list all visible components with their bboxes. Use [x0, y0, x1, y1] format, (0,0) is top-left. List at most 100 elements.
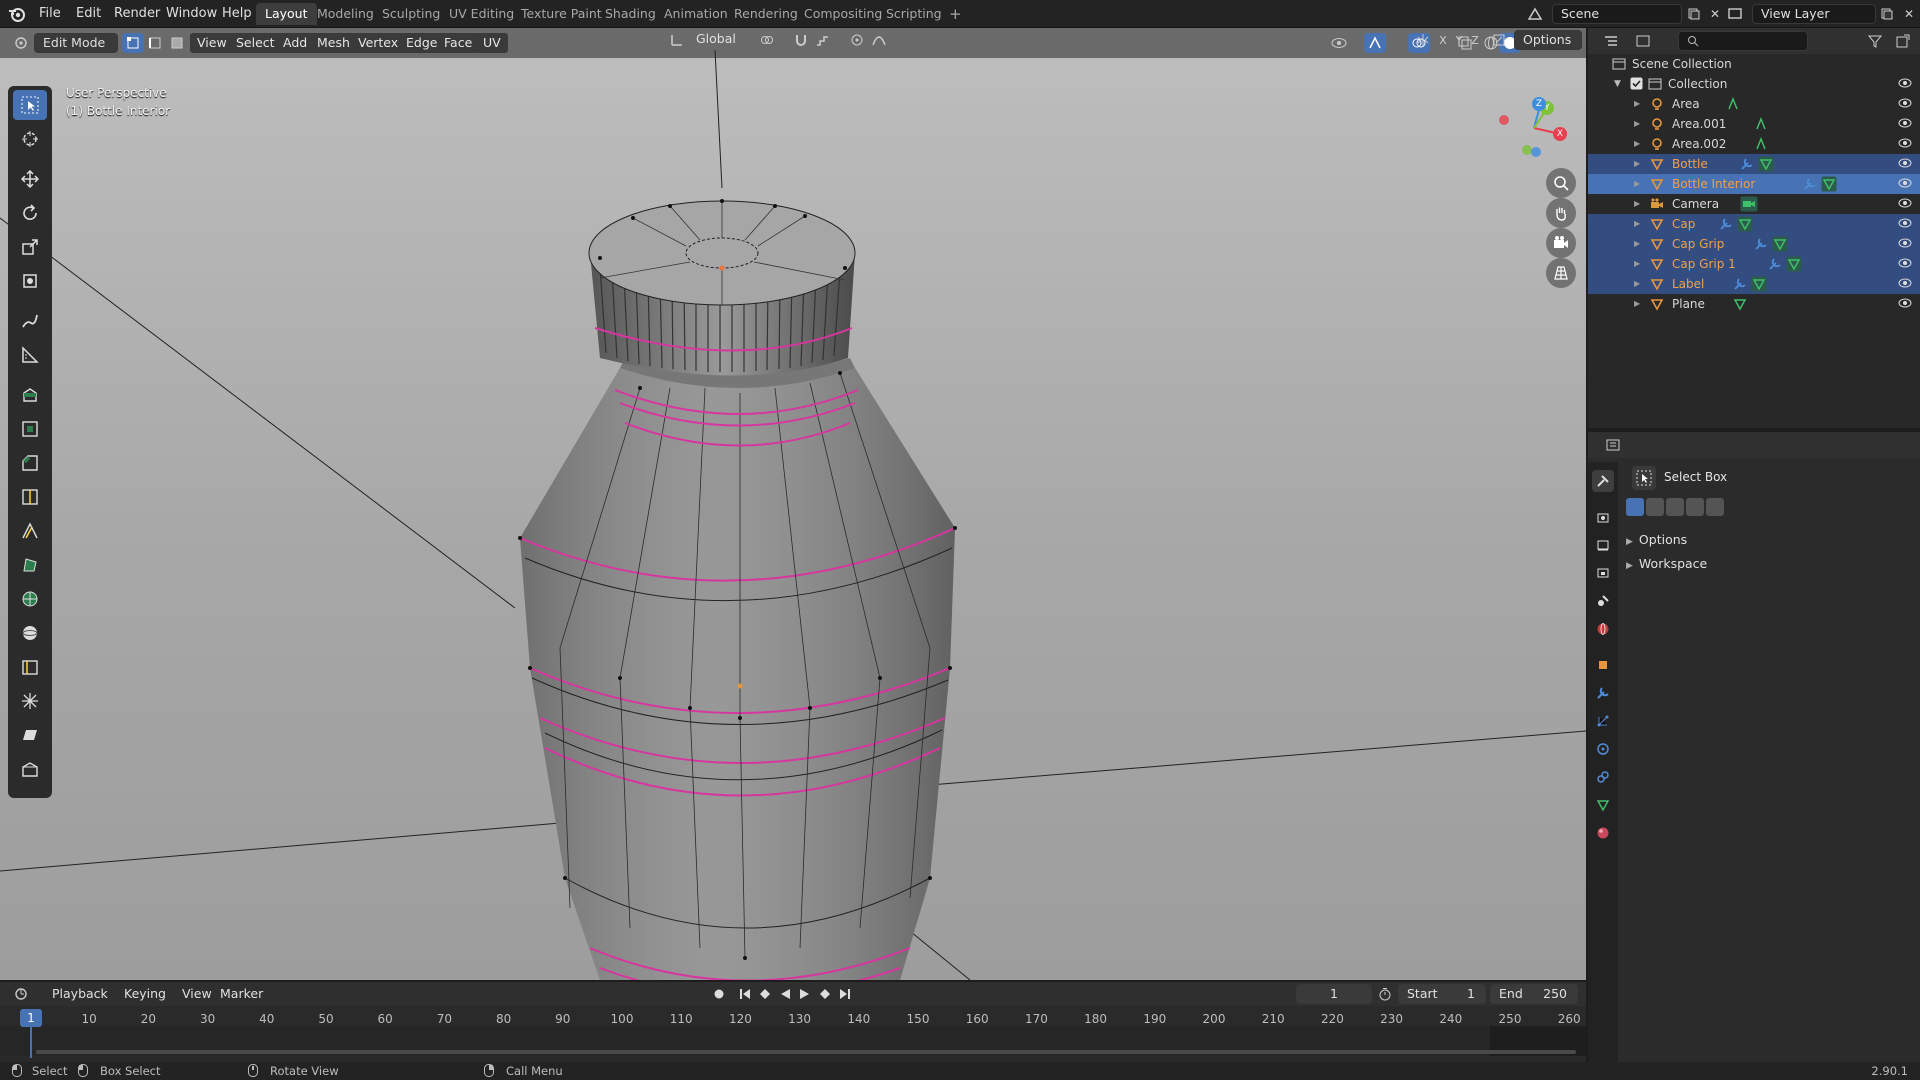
modifier-wrench-icon[interactable]: [1754, 237, 1768, 251]
editor-type-icon[interactable]: [10, 33, 32, 53]
navigation-gizmo[interactable]: X Y Z: [1494, 92, 1572, 170]
axis-x-label[interactable]: X: [1553, 127, 1567, 141]
orientation-icon[interactable]: [666, 30, 688, 50]
cursor-tool-icon[interactable]: [13, 124, 47, 154]
menu-face[interactable]: Face: [437, 33, 480, 53]
workspace-section[interactable]: ▶ Workspace: [1626, 556, 1707, 571]
scene-canvas[interactable]: [0, 28, 1586, 980]
orientation-selector[interactable]: Global: [688, 30, 746, 50]
menu-timeline-view[interactable]: View: [176, 984, 218, 1004]
smooth-tool-icon[interactable]: [13, 618, 47, 648]
tab-modifier-icon[interactable]: [1592, 682, 1614, 704]
poly-build-tool-icon[interactable]: [13, 550, 47, 580]
tab-modeling[interactable]: Modeling: [308, 3, 383, 25]
tab-world-icon[interactable]: [1592, 618, 1614, 640]
view-layer-selector[interactable]: View Layer: [1752, 4, 1876, 24]
expand-chevron-icon[interactable]: ▶: [1634, 134, 1640, 154]
eye-icon[interactable]: [1898, 117, 1912, 129]
modifier-wrench-icon[interactable]: [1803, 177, 1817, 191]
stopwatch-icon[interactable]: [1374, 984, 1396, 1004]
expand-chevron-icon[interactable]: ▶: [1634, 94, 1640, 114]
mesh-data-icon[interactable]: [1772, 236, 1788, 252]
loop-cut-tool-icon[interactable]: [13, 482, 47, 512]
eye-icon[interactable]: [1898, 237, 1912, 249]
camera-view-icon[interactable]: [1546, 228, 1576, 258]
properties-editor-icon[interactable]: [1602, 435, 1624, 455]
end-frame-field[interactable]: End 250: [1490, 984, 1578, 1004]
3d-viewport[interactable]: [0, 28, 1586, 980]
timeline-editor-icon[interactable]: [10, 984, 32, 1004]
expand-chevron-icon[interactable]: ▶: [1634, 214, 1640, 234]
tab-uv-editing[interactable]: UV Editing: [440, 3, 523, 25]
eye-icon[interactable]: [1898, 177, 1912, 189]
gizmo-toggle-icon[interactable]: [1364, 33, 1386, 53]
playhead-frame-label[interactable]: 1: [20, 1009, 42, 1027]
expand-chevron-icon[interactable]: ▶: [1634, 234, 1640, 254]
spin-tool-icon[interactable]: [13, 584, 47, 614]
bevel-tool-icon[interactable]: [13, 448, 47, 478]
auto-merge-icon[interactable]: [1488, 30, 1510, 50]
expand-chevron-icon[interactable]: ▶: [1634, 294, 1640, 314]
zoom-icon[interactable]: [1546, 168, 1576, 198]
edge-slide-tool-icon[interactable]: [13, 652, 47, 682]
rotate-tool-icon[interactable]: [13, 198, 47, 228]
tab-material-icon[interactable]: [1592, 822, 1614, 844]
tab-tool-icon[interactable]: [1592, 470, 1614, 492]
current-frame-field[interactable]: 1: [1296, 984, 1372, 1004]
camera-data-icon[interactable]: [1740, 196, 1758, 212]
menu-mesh[interactable]: Mesh: [310, 33, 357, 53]
tab-data-icon[interactable]: [1592, 794, 1614, 816]
start-frame-field[interactable]: Start 1: [1398, 984, 1486, 1004]
expand-chevron-icon[interactable]: ▶: [1634, 174, 1640, 194]
mesh-data-icon[interactable]: [1737, 216, 1753, 232]
tab-constraints-icon[interactable]: [1592, 766, 1614, 788]
mirror-z-toggle[interactable]: Z: [1464, 30, 1486, 50]
modifier-wrench-icon[interactable]: [1740, 157, 1754, 171]
timeline-scrollbar[interactable]: [36, 1050, 1576, 1054]
tab-sculpting[interactable]: Sculpting: [373, 3, 449, 25]
expand-chevron-icon[interactable]: ▶: [1634, 274, 1640, 294]
scene-icon[interactable]: [1524, 4, 1546, 24]
outliner-scene-collection[interactable]: Scene Collection: [1588, 54, 1920, 74]
expand-chevron-icon[interactable]: ▶: [1634, 154, 1640, 174]
new-view-layer-icon[interactable]: [1876, 4, 1898, 24]
mirror-icon[interactable]: [1412, 30, 1434, 50]
menu-keying[interactable]: Keying: [118, 984, 172, 1004]
view-layer-icon[interactable]: [1724, 4, 1746, 24]
extrude-tool-icon[interactable]: [13, 380, 47, 410]
expand-chevron-icon[interactable]: ▶: [1626, 561, 1633, 571]
eye-icon[interactable]: [1898, 277, 1912, 289]
outliner-row-bottle-interior[interactable]: ▶ Bottle Interior: [1588, 174, 1920, 194]
modifier-wrench-icon[interactable]: [1719, 217, 1733, 231]
expand-chevron-icon[interactable]: ▶: [1634, 194, 1640, 214]
menu-help[interactable]: Help: [216, 4, 258, 24]
outliner-row-label[interactable]: ▶ Label: [1588, 274, 1920, 294]
eye-icon[interactable]: [1898, 297, 1912, 309]
eye-icon[interactable]: [1898, 157, 1912, 169]
light-data-icon[interactable]: [1754, 137, 1768, 151]
modifier-wrench-icon[interactable]: [1733, 277, 1747, 291]
knife-tool-icon[interactable]: [13, 516, 47, 546]
tab-scene-icon[interactable]: [1592, 590, 1614, 612]
prev-keyframe-icon[interactable]: [754, 984, 776, 1004]
mesh-data-icon[interactable]: [1821, 176, 1837, 192]
new-collection-icon[interactable]: [1892, 31, 1914, 51]
rip-region-tool-icon[interactable]: [13, 754, 47, 784]
expand-chevron-icon[interactable]: ▶: [1634, 254, 1640, 274]
pan-hand-icon[interactable]: [1546, 198, 1576, 228]
options-dropdown[interactable]: Options: [1514, 30, 1582, 50]
falloff-curve-icon[interactable]: [868, 30, 890, 50]
perspective-toggle-icon[interactable]: [1546, 258, 1576, 288]
light-data-icon[interactable]: [1754, 117, 1768, 131]
outliner-collection[interactable]: ▼ Collection: [1588, 74, 1920, 94]
mesh-data-icon[interactable]: [1758, 156, 1774, 172]
collection-checkbox[interactable]: [1630, 77, 1643, 90]
mesh-data-icon[interactable]: [1751, 276, 1767, 292]
light-data-icon[interactable]: [1726, 97, 1740, 111]
new-scene-icon[interactable]: [1683, 4, 1705, 24]
jump-start-icon[interactable]: [734, 984, 756, 1004]
menu-edit[interactable]: Edit: [70, 4, 107, 24]
expand-chevron-icon[interactable]: ▶: [1626, 537, 1633, 547]
modifier-wrench-icon[interactable]: [1768, 257, 1782, 271]
mode-selector[interactable]: Edit Mode: [34, 33, 118, 53]
